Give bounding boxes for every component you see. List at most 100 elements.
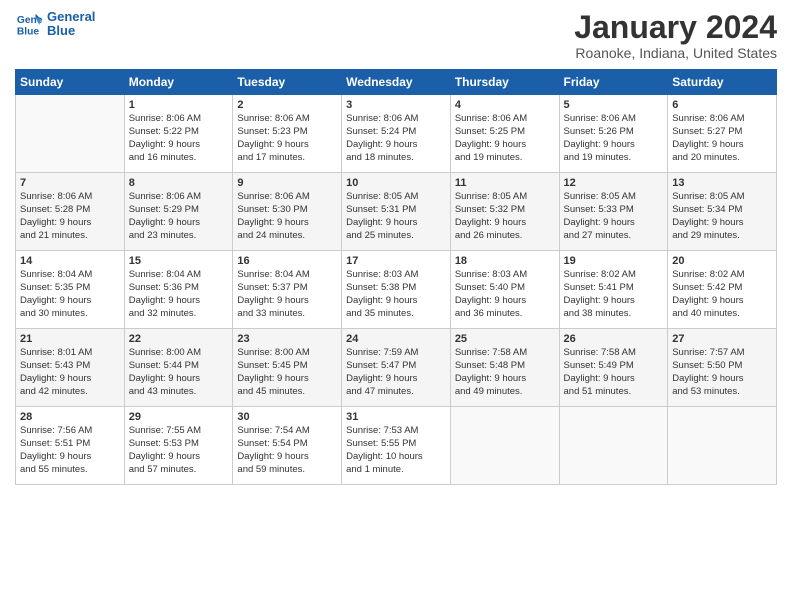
calendar-cell: 13 Sunrise: 8:05 AM Sunset: 5:34 PM Dayli… (668, 173, 777, 251)
calendar-cell: 8 Sunrise: 8:06 AM Sunset: 5:29 PM Daylig… (124, 173, 233, 251)
calendar-cell: 30Sunrise: 7:54 AM Sunset: 5:54 PM Dayli… (233, 407, 342, 485)
day-number: 13 (672, 177, 772, 189)
calendar-cell: 18Sunrise: 8:03 AM Sunset: 5:40 PM Dayli… (450, 251, 559, 329)
day-info: Sunrise: 7:54 AM Sunset: 5:54 PM Dayligh… (237, 425, 337, 476)
day-header-wednesday: Wednesday (342, 70, 451, 95)
svg-text:Blue: Blue (17, 27, 40, 38)
calendar-cell: 11 Sunrise: 8:05 AM Sunset: 5:32 PM Dayli… (450, 173, 559, 251)
day-info: Sunrise: 8:04 AM Sunset: 5:36 PM Dayligh… (129, 269, 229, 320)
calendar-cell: 21 Sunrise: 8:01 AM Sunset: 5:43 PM Dayli… (16, 329, 125, 407)
day-number: 6 (672, 99, 772, 111)
day-number: 19 (564, 255, 664, 267)
day-info: Sunrise: 7:57 AM Sunset: 5:50 PM Dayligh… (672, 347, 772, 398)
day-info: Sunrise: 7:58 AM Sunset: 5:48 PM Dayligh… (455, 347, 555, 398)
logo-text-blue: Blue (47, 24, 95, 38)
day-header-friday: Friday (559, 70, 668, 95)
day-info: Sunrise: 8:05 AM Sunset: 5:34 PM Dayligh… (672, 191, 772, 242)
day-info: Sunrise: 8:06 AM Sunset: 5:22 PM Dayligh… (129, 113, 229, 164)
day-info: Sunrise: 8:06 AM Sunset: 5:29 PM Dayligh… (129, 191, 229, 242)
day-number: 9 (237, 177, 337, 189)
day-number: 8 (129, 177, 229, 189)
day-header-thursday: Thursday (450, 70, 559, 95)
day-number: 14 (20, 255, 120, 267)
day-number: 16 (237, 255, 337, 267)
day-info: Sunrise: 8:05 AM Sunset: 5:32 PM Dayligh… (455, 191, 555, 242)
day-number: 17 (346, 255, 446, 267)
day-number: 20 (672, 255, 772, 267)
logo-icon: General Blue (15, 10, 43, 38)
day-header-sunday: Sunday (16, 70, 125, 95)
day-info: Sunrise: 7:58 AM Sunset: 5:49 PM Dayligh… (564, 347, 664, 398)
day-number: 25 (455, 333, 555, 345)
page-container: General Blue General Blue January 2024 R… (0, 0, 792, 490)
day-number: 28 (20, 411, 120, 423)
day-number: 22 (129, 333, 229, 345)
day-number: 11 (455, 177, 555, 189)
title-block: January 2024 Roanoke, Indiana, United St… (574, 10, 777, 61)
day-info: Sunrise: 8:04 AM Sunset: 5:37 PM Dayligh… (237, 269, 337, 320)
calendar-cell: 5 Sunrise: 8:06 AM Sunset: 5:26 PM Daylig… (559, 95, 668, 173)
calendar-cell: 15 Sunrise: 8:04 AM Sunset: 5:36 PM Dayli… (124, 251, 233, 329)
day-info: Sunrise: 8:05 AM Sunset: 5:31 PM Dayligh… (346, 191, 446, 242)
day-info: Sunrise: 7:53 AM Sunset: 5:55 PM Dayligh… (346, 425, 446, 476)
calendar-cell: 28 Sunrise: 7:56 AM Sunset: 5:51 PM Dayli… (16, 407, 125, 485)
day-info: Sunrise: 8:06 AM Sunset: 5:27 PM Dayligh… (672, 113, 772, 164)
day-info: Sunrise: 8:03 AM Sunset: 5:40 PM Dayligh… (455, 269, 555, 320)
day-number: 21 (20, 333, 120, 345)
day-info: Sunrise: 8:06 AM Sunset: 5:28 PM Dayligh… (20, 191, 120, 242)
day-info: Sunrise: 7:55 AM Sunset: 5:53 PM Dayligh… (129, 425, 229, 476)
calendar-cell: 9 Sunrise: 8:06 AM Sunset: 5:30 PM Daylig… (233, 173, 342, 251)
day-number: 27 (672, 333, 772, 345)
day-info: Sunrise: 8:06 AM Sunset: 5:24 PM Dayligh… (346, 113, 446, 164)
calendar-cell: 19 Sunrise: 8:02 AM Sunset: 5:41 PM Dayli… (559, 251, 668, 329)
day-info: Sunrise: 8:04 AM Sunset: 5:35 PM Dayligh… (20, 269, 120, 320)
calendar-cell: 16 Sunrise: 8:04 AM Sunset: 5:37 PM Dayli… (233, 251, 342, 329)
calendar-table: SundayMondayTuesdayWednesdayThursdayFrid… (15, 69, 777, 485)
day-number: 26 (564, 333, 664, 345)
calendar-cell (450, 407, 559, 485)
day-info: Sunrise: 8:06 AM Sunset: 5:26 PM Dayligh… (564, 113, 664, 164)
calendar-cell: 31 Sunrise: 7:53 AM Sunset: 5:55 PM Dayli… (342, 407, 451, 485)
day-info: Sunrise: 8:01 AM Sunset: 5:43 PM Dayligh… (20, 347, 120, 398)
day-number: 23 (237, 333, 337, 345)
calendar-cell: 24Sunrise: 7:59 AM Sunset: 5:47 PM Dayli… (342, 329, 451, 407)
day-number: 7 (20, 177, 120, 189)
calendar-cell: 7 Sunrise: 8:06 AM Sunset: 5:28 PM Daylig… (16, 173, 125, 251)
calendar-cell: 10Sunrise: 8:05 AM Sunset: 5:31 PM Dayli… (342, 173, 451, 251)
calendar-cell: 27 Sunrise: 7:57 AM Sunset: 5:50 PM Dayli… (668, 329, 777, 407)
day-number: 24 (346, 333, 446, 345)
day-info: Sunrise: 8:00 AM Sunset: 5:44 PM Dayligh… (129, 347, 229, 398)
location: Roanoke, Indiana, United States (574, 45, 777, 61)
day-info: Sunrise: 8:00 AM Sunset: 5:45 PM Dayligh… (237, 347, 337, 398)
calendar-cell: 17 Sunrise: 8:03 AM Sunset: 5:38 PM Dayli… (342, 251, 451, 329)
day-number: 2 (237, 99, 337, 111)
day-info: Sunrise: 8:05 AM Sunset: 5:33 PM Dayligh… (564, 191, 664, 242)
day-number: 1 (129, 99, 229, 111)
day-info: Sunrise: 8:06 AM Sunset: 5:23 PM Dayligh… (237, 113, 337, 164)
calendar-cell: 29Sunrise: 7:55 AM Sunset: 5:53 PM Dayli… (124, 407, 233, 485)
day-number: 15 (129, 255, 229, 267)
day-header-tuesday: Tuesday (233, 70, 342, 95)
header: General Blue General Blue January 2024 R… (15, 10, 777, 61)
calendar-cell (668, 407, 777, 485)
logo-text-general: General (47, 10, 95, 24)
calendar-cell: 6 Sunrise: 8:06 AM Sunset: 5:27 PM Daylig… (668, 95, 777, 173)
calendar-cell: 3 Sunrise: 8:06 AM Sunset: 5:24 PM Daylig… (342, 95, 451, 173)
calendar-cell: 2 Sunrise: 8:06 AM Sunset: 5:23 PM Daylig… (233, 95, 342, 173)
calendar-cell: 20Sunrise: 8:02 AM Sunset: 5:42 PM Dayli… (668, 251, 777, 329)
day-number: 31 (346, 411, 446, 423)
calendar-cell (16, 95, 125, 173)
calendar-cell: 12Sunrise: 8:05 AM Sunset: 5:33 PM Dayli… (559, 173, 668, 251)
day-number: 5 (564, 99, 664, 111)
day-info: Sunrise: 8:03 AM Sunset: 5:38 PM Dayligh… (346, 269, 446, 320)
calendar-cell: 4Sunrise: 8:06 AM Sunset: 5:25 PM Daylig… (450, 95, 559, 173)
calendar-cell: 14 Sunrise: 8:04 AM Sunset: 5:35 PM Dayli… (16, 251, 125, 329)
day-number: 3 (346, 99, 446, 111)
month-title: January 2024 (574, 10, 777, 45)
day-number: 4 (455, 99, 555, 111)
day-info: Sunrise: 8:06 AM Sunset: 5:30 PM Dayligh… (237, 191, 337, 242)
day-info: Sunrise: 8:02 AM Sunset: 5:41 PM Dayligh… (564, 269, 664, 320)
day-info: Sunrise: 7:56 AM Sunset: 5:51 PM Dayligh… (20, 425, 120, 476)
calendar-cell (559, 407, 668, 485)
logo: General Blue General Blue (15, 10, 95, 39)
